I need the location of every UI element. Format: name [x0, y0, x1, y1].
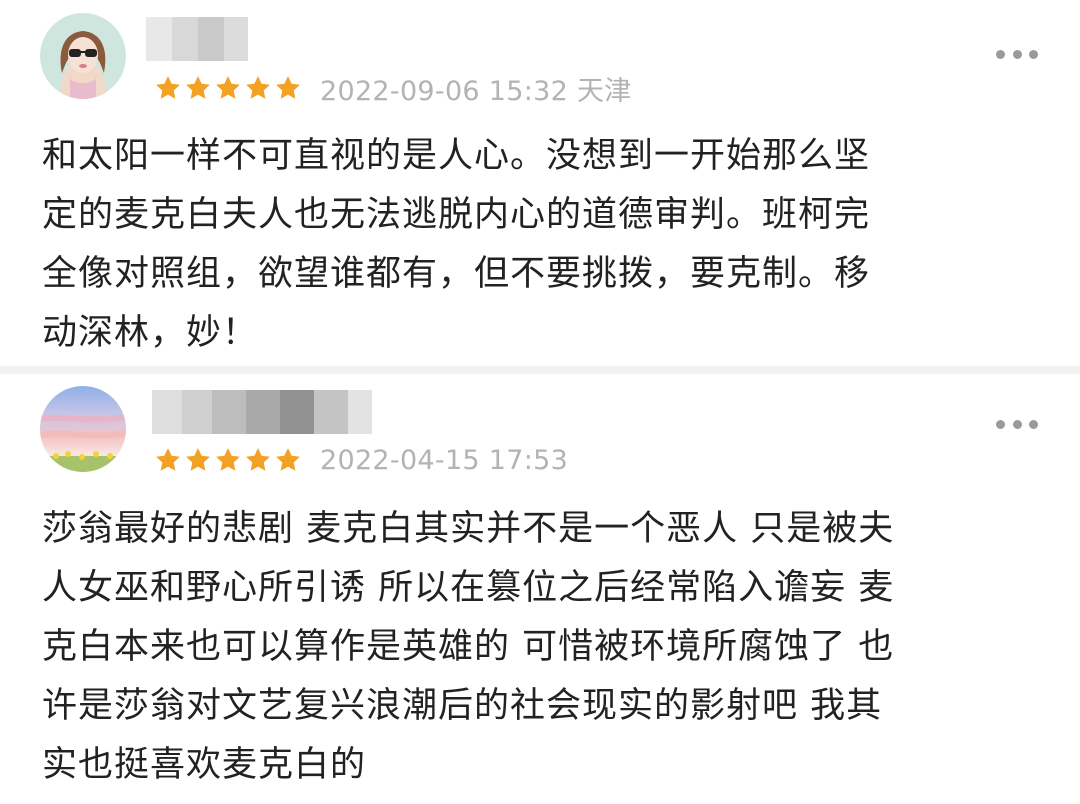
review-text: 莎翁最好的悲剧 麦克白其实并不是一个恶人 只是被夫 人女巫和野心所引诱 所以在篡…	[42, 509, 895, 785]
more-dot-icon	[1012, 419, 1022, 429]
review-timestamp-location: 2022-09-06 15:32 天津	[320, 75, 632, 107]
review-meta: 2022-04-15 17:53	[154, 442, 568, 478]
star-icon	[244, 74, 272, 102]
more-dot-icon	[996, 49, 1005, 59]
more-dot-icon	[1029, 419, 1038, 429]
star-icon	[274, 446, 302, 474]
star-icon	[154, 74, 182, 102]
star-rating	[154, 74, 302, 102]
girl-with-sunglasses-avatar-icon	[40, 13, 126, 99]
more-dot-icon	[1012, 49, 1022, 59]
username-blur-segment	[146, 17, 172, 61]
star-icon	[274, 74, 302, 102]
review-timestamp: 2022-04-15 17:53	[320, 444, 569, 476]
user-avatar[interactable]	[40, 13, 126, 99]
star-rating	[154, 446, 302, 474]
review-text: 和太阳一样不可直视的是人心。没想到一开始那么坚 定的麦克白夫人也无法逃脱内心的道…	[42, 136, 871, 353]
star-icon	[214, 446, 242, 474]
username-blur-segment	[198, 17, 224, 61]
more-dot-icon	[996, 419, 1005, 429]
star-icon	[184, 446, 212, 474]
username-blur-segment	[280, 390, 314, 434]
star-icon	[154, 446, 182, 474]
username-blur-segment	[348, 390, 372, 434]
username-blur-segment	[212, 390, 246, 434]
review-card: 2022-04-15 17:53 莎翁最好的悲剧 麦克白其实并不是一个恶人 只是…	[0, 374, 1080, 804]
username-blur-segment	[224, 17, 248, 61]
review-meta: 2022-09-06 15:32 天津	[154, 70, 632, 107]
username-blurred[interactable]	[152, 390, 372, 434]
username-blur-segment	[182, 390, 212, 434]
username-blur-segment	[246, 390, 280, 434]
username-blur-segment	[152, 390, 182, 434]
more-options-button[interactable]	[996, 416, 1038, 432]
username-blurred[interactable]	[146, 17, 248, 61]
review-divider	[0, 366, 1080, 374]
star-icon	[184, 74, 212, 102]
more-options-button[interactable]	[996, 46, 1038, 62]
star-icon	[214, 74, 242, 102]
sunset-sky-avatar-icon	[40, 386, 126, 472]
star-icon	[244, 446, 272, 474]
username-blur-segment	[172, 17, 198, 61]
username-blur-segment	[314, 390, 348, 434]
user-avatar[interactable]	[40, 386, 126, 472]
more-dot-icon	[1029, 49, 1038, 59]
review-card: 2022-09-06 15:32 天津 和太阳一样不可直视的是人心。没想到一开始…	[0, 0, 1080, 366]
